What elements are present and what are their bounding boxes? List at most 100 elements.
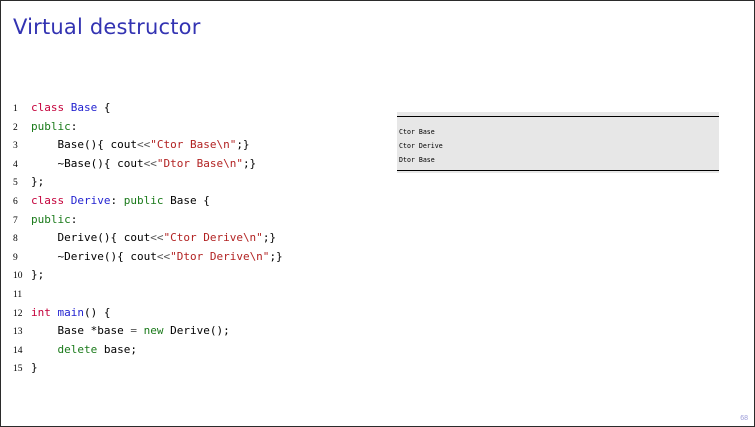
code-token: public (123, 193, 164, 207)
code-line: 13 Base *base = new Derive(); (13, 322, 283, 341)
code-line: 8 Derive(){ cout<<"Ctor Derive\n";} (13, 229, 283, 248)
line-number: 7 (13, 215, 18, 226)
code-token: main (57, 305, 85, 319)
code-token: new (143, 324, 164, 338)
output-bottom-rule (397, 170, 719, 171)
code-line: 5}; (13, 173, 283, 192)
output-line: Ctor Base (399, 128, 435, 136)
code-token: Derive(){ cout (31, 231, 151, 245)
code-token: "Dtor Base\n" (156, 156, 243, 170)
code-listing: 1 class Base {2 public: 3 Base(){ cout<<"Ct… (13, 99, 283, 378)
code-token: } (31, 361, 38, 375)
code-token: int (31, 305, 51, 319)
line-number: 14 (13, 345, 23, 356)
line-number: 15 (13, 364, 23, 375)
code-line: 6 class Derive: public Base { (13, 192, 283, 211)
code-token: class (31, 193, 65, 207)
code-text: class Derive: public Base { (31, 194, 210, 207)
code-line: 10}; (13, 266, 283, 285)
line-number: 12 (13, 308, 23, 319)
slide-title: Virtual destructor (13, 15, 201, 39)
code-token: ;} (269, 249, 283, 263)
code-line: 9 ~Derive(){ cout<<"Dtor Derive\n";} (13, 248, 283, 267)
code-token: Base (70, 101, 98, 114)
code-text: delete base; (31, 342, 138, 356)
line-number: 4 (13, 159, 18, 170)
code-line: 7 public: (13, 211, 283, 230)
code-text: Derive(){ cout<<"Ctor Derive\n";} (31, 231, 276, 244)
line-number: 13 (13, 327, 23, 338)
code-token: << (136, 138, 151, 152)
code-token: << (143, 156, 157, 170)
code-token: }; (31, 175, 45, 189)
code-line: 14 delete base; (13, 341, 283, 360)
output-line: Ctor Derive (399, 142, 443, 150)
code-token: delete (57, 342, 98, 356)
code-token: : (70, 119, 78, 133)
code-token: Base(){ cout (31, 138, 137, 152)
code-token: public (31, 119, 71, 133)
code-token: Base { (163, 193, 210, 207)
code-token: ;} (236, 138, 250, 152)
code-text: ~Base(){ cout<<"Dtor Base\n";} (31, 157, 256, 170)
code-token: class (31, 101, 65, 114)
line-number: 8 (13, 234, 18, 245)
code-line: 11 (13, 285, 283, 304)
line-number: 10 (13, 271, 23, 282)
code-text: public: (31, 213, 77, 226)
code-line: 2 public: (13, 118, 283, 137)
code-token: ;} (242, 156, 257, 170)
code-token: Derive (70, 193, 111, 207)
line-number: 9 (13, 252, 18, 263)
code-token: }; (31, 268, 45, 282)
code-token: "Ctor Derive\n" (163, 231, 263, 245)
code-text: } (31, 361, 38, 374)
code-text: Base *base = new Derive(); (31, 324, 230, 338)
line-number: 11 (13, 289, 23, 300)
code-token: << (150, 231, 164, 245)
code-line: 1 class Base { (13, 99, 283, 118)
code-token: "Dtor Derive\n" (170, 249, 270, 263)
code-token: << (156, 249, 171, 263)
code-text: ~Derive(){ cout<<"Dtor Derive\n";} (31, 249, 283, 263)
output-lines: Ctor Base Ctor Derive Dtor Base (399, 125, 443, 167)
output-top-rule (397, 116, 719, 117)
code-token: public (31, 212, 71, 226)
code-token: base; (97, 342, 137, 356)
line-number: 6 (13, 196, 18, 207)
page-number: 68 (740, 415, 748, 422)
code-text: public: (31, 120, 77, 133)
code-token: Base *base (31, 324, 131, 338)
code-text: Base(){ cout<<"Ctor Base\n";} (31, 138, 250, 152)
code-token: ;} (262, 231, 277, 245)
code-text: int main() { (31, 306, 111, 319)
code-token: : (70, 212, 78, 226)
code-line: 3 Base(){ cout<<"Ctor Base\n";} (13, 136, 283, 155)
program-output-box: Ctor Base Ctor Derive Dtor Base (397, 112, 719, 173)
code-token: ~Base(){ cout (31, 156, 144, 170)
code-token: "Ctor Base\n" (150, 138, 237, 152)
code-token: () { (84, 305, 111, 319)
code-token: Derive(); (163, 324, 230, 338)
code-line: 4 ~Base(){ cout<<"Dtor Base\n";} (13, 155, 283, 174)
code-line: 12 int main() { (13, 304, 283, 323)
line-number: 2 (13, 122, 18, 133)
code-token: ~Derive(){ cout (31, 249, 157, 263)
line-number: 3 (13, 141, 18, 152)
code-text: class Base { (31, 101, 111, 114)
code-line: 15} (13, 359, 283, 378)
line-number: 1 (13, 104, 18, 114)
slide: Virtual destructor 1 class Base {2 public:… (0, 0, 755, 427)
code-token: = (130, 324, 137, 338)
code-text: }; (31, 175, 44, 188)
code-token: : (110, 193, 124, 207)
output-line: Dtor Base (399, 156, 435, 164)
code-token: { (97, 101, 111, 114)
line-number: 5 (13, 178, 18, 189)
code-text: }; (31, 268, 44, 281)
